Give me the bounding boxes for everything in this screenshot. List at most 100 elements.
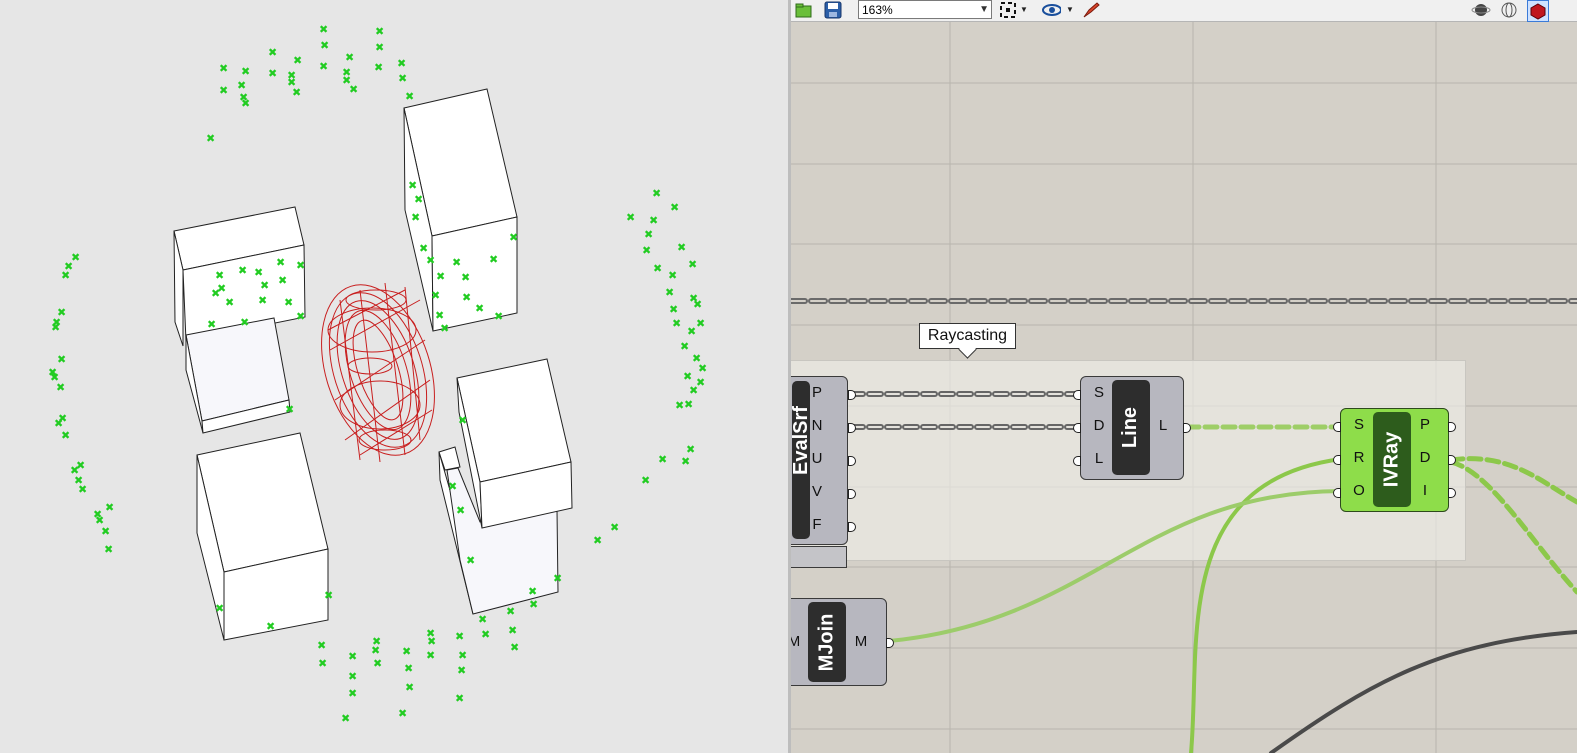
sketch-pen-icon[interactable] xyxy=(1081,0,1101,20)
sample-point-marker: ✖ xyxy=(375,25,384,38)
sample-point-marker: ✖ xyxy=(687,325,696,338)
sample-point-marker: ✖ xyxy=(284,296,293,309)
evalsrf-output-n[interactable]: N xyxy=(810,417,824,434)
mjoin-component[interactable]: M MJoin M xyxy=(791,598,894,686)
line-grip-l[interactable] xyxy=(1073,456,1081,466)
ivray-output-p[interactable]: P xyxy=(1418,416,1432,433)
sample-point-marker: ✖ xyxy=(241,97,250,110)
sample-point-marker: ✖ xyxy=(238,264,247,277)
sample-point-marker: ✖ xyxy=(101,525,110,538)
sample-point-marker: ✖ xyxy=(285,403,294,416)
sample-point-marker: ✖ xyxy=(296,310,305,323)
ivray-input-o[interactable]: O xyxy=(1352,482,1366,499)
open-file-icon[interactable] xyxy=(793,0,813,20)
panel-slab[interactable] xyxy=(791,546,847,568)
preview-shaded-icon[interactable] xyxy=(1471,0,1491,20)
viewport-scene: ✖ ✖✖ ✖✖ ✖✖✖ ✖ ✖ ✖✖✖ ✖ ✖✖ ✖✖✖✖ ✖✖ ✖✖✖✖✖✖✖✖✖✖✖✖✖✖✖✖✖✖… xyxy=(48,23,707,725)
sample-point-marker: ✖ xyxy=(475,302,484,315)
sample-point-marker: ✖ xyxy=(458,649,467,662)
line-output-l[interactable]: L xyxy=(1156,417,1170,434)
sample-point-marker: ✖ xyxy=(448,480,457,493)
save-icon[interactable] xyxy=(823,0,843,20)
sample-point-marker: ✖ xyxy=(457,664,466,677)
sample-point-marker: ✖ xyxy=(688,258,697,271)
sample-point-marker: ✖ xyxy=(318,657,327,670)
sample-point-marker: ✖ xyxy=(553,572,562,585)
evalsrf-component[interactable]: EvalSrf P N U V F xyxy=(791,376,856,545)
mjoin-output-m[interactable]: M xyxy=(854,633,868,650)
sample-point-marker: ✖ xyxy=(696,317,705,330)
zoom-extents-icon[interactable] xyxy=(998,0,1018,20)
sample-point-marker: ✖ xyxy=(398,72,407,85)
sample-point-marker: ✖ xyxy=(610,521,619,534)
sample-point-marker: ✖ xyxy=(57,353,66,366)
ivray-component[interactable]: S R O IVRay P D I xyxy=(1333,408,1456,512)
sample-point-marker: ✖ xyxy=(324,589,333,602)
sample-point-marker: ✖ xyxy=(225,296,234,309)
sample-point-marker: ✖ xyxy=(683,370,692,383)
canvas-toolbar: 163% ▼ ▼ ▼ xyxy=(791,0,1577,22)
line-grip-d[interactable] xyxy=(1073,423,1081,433)
evalsrf-output-v[interactable]: V xyxy=(810,483,824,500)
mjoin-input-m[interactable]: M xyxy=(791,633,801,650)
chevron-down-icon[interactable]: ▼ xyxy=(1020,5,1028,14)
sample-point-marker: ✖ xyxy=(266,620,275,633)
sample-point-marker: ✖ xyxy=(215,602,224,615)
sample-point-marker: ✖ xyxy=(349,83,358,96)
sample-point-marker: ✖ xyxy=(461,271,470,284)
ivray-output-d[interactable]: D xyxy=(1418,449,1432,466)
sample-point-marker: ✖ xyxy=(680,340,689,353)
sample-point-marker: ✖ xyxy=(56,381,65,394)
sample-point-marker: ✖ xyxy=(211,287,220,300)
ivray-input-r[interactable]: R xyxy=(1352,449,1366,466)
sample-point-marker: ✖ xyxy=(675,399,684,412)
sample-point-marker: ✖ xyxy=(319,23,328,36)
sample-point-marker: ✖ xyxy=(689,384,698,397)
line-input-s[interactable]: S xyxy=(1092,384,1106,401)
ivray-grip-o[interactable] xyxy=(1333,488,1341,498)
sample-point-marker: ✖ xyxy=(61,429,70,442)
sample-point-marker: ✖ xyxy=(78,483,87,496)
rhino-viewport[interactable]: ✖ ✖ ✖ ✖ ✖ ✖ ✖ ✖ ✖ ✖ ✖ ✖ ✖ ✖ ✖ ✖ ✖ ✖ ✖ ✖ ✖ ✖ ✖ ✖ ✖ ✖ ✖ ✖ ✖ ✖ ✖ ✖ ✖ ✖ ✖ ✖ ✖ ✖ ✖ ✖… xyxy=(0,0,788,753)
line-input-d[interactable]: D xyxy=(1092,417,1106,434)
ivray-grip-r[interactable] xyxy=(1333,455,1341,465)
evalsrf-output-p[interactable]: P xyxy=(810,384,824,401)
line-input-l[interactable]: L xyxy=(1092,450,1106,467)
sample-point-marker: ✖ xyxy=(402,645,411,658)
grasshopper-editor: 163% ▼ ▼ ▼ Raycasting EvalSrf P N U V F … xyxy=(791,0,1577,753)
sample-point-marker: ✖ xyxy=(658,453,667,466)
sample-point-marker: ✖ xyxy=(693,298,702,311)
sample-point-marker: ✖ xyxy=(374,61,383,74)
evalsrf-output-u[interactable]: U xyxy=(810,450,824,467)
chevron-down-icon[interactable]: ▼ xyxy=(1066,5,1074,14)
evalsrf-output-f[interactable]: F xyxy=(810,516,824,533)
sample-point-marker: ✖ xyxy=(51,321,60,334)
sample-point-marker: ✖ xyxy=(698,362,707,375)
zoom-value: 163% xyxy=(862,3,893,17)
sample-point-marker: ✖ xyxy=(458,414,467,427)
building-top-right xyxy=(403,88,518,332)
sample-point-marker: ✖ xyxy=(414,193,423,206)
sample-point-marker: ✖ xyxy=(317,639,326,652)
line-component[interactable]: S D L Line L xyxy=(1073,376,1191,480)
ivray-input-s[interactable]: S xyxy=(1352,416,1366,433)
sample-point-marker: ✖ xyxy=(405,681,414,694)
line-grip-s[interactable] xyxy=(1073,390,1081,400)
preview-eye-icon[interactable] xyxy=(1041,0,1061,20)
sample-point-marker: ✖ xyxy=(319,60,328,73)
ivray-output-i[interactable]: I xyxy=(1418,482,1432,499)
preview-wireframe-icon[interactable] xyxy=(1499,0,1519,20)
preview-selected-icon[interactable] xyxy=(1527,0,1549,22)
sample-point-marker: ✖ xyxy=(426,254,435,267)
sample-point-marker: ✖ xyxy=(258,294,267,307)
sample-point-marker: ✖ xyxy=(452,256,461,269)
ivray-grip-s[interactable] xyxy=(1333,422,1341,432)
sample-point-marker: ✖ xyxy=(260,279,269,292)
zoom-select[interactable]: 163% ▼ xyxy=(858,0,992,19)
sample-point-marker: ✖ xyxy=(345,51,354,64)
sample-point-marker: ✖ xyxy=(528,585,537,598)
sample-point-marker: ✖ xyxy=(371,644,380,657)
sample-point-marker: ✖ xyxy=(206,132,215,145)
sample-point-marker: ✖ xyxy=(672,317,681,330)
gh-canvas[interactable]: Raycasting EvalSrf P N U V F S D L Line … xyxy=(791,22,1577,753)
